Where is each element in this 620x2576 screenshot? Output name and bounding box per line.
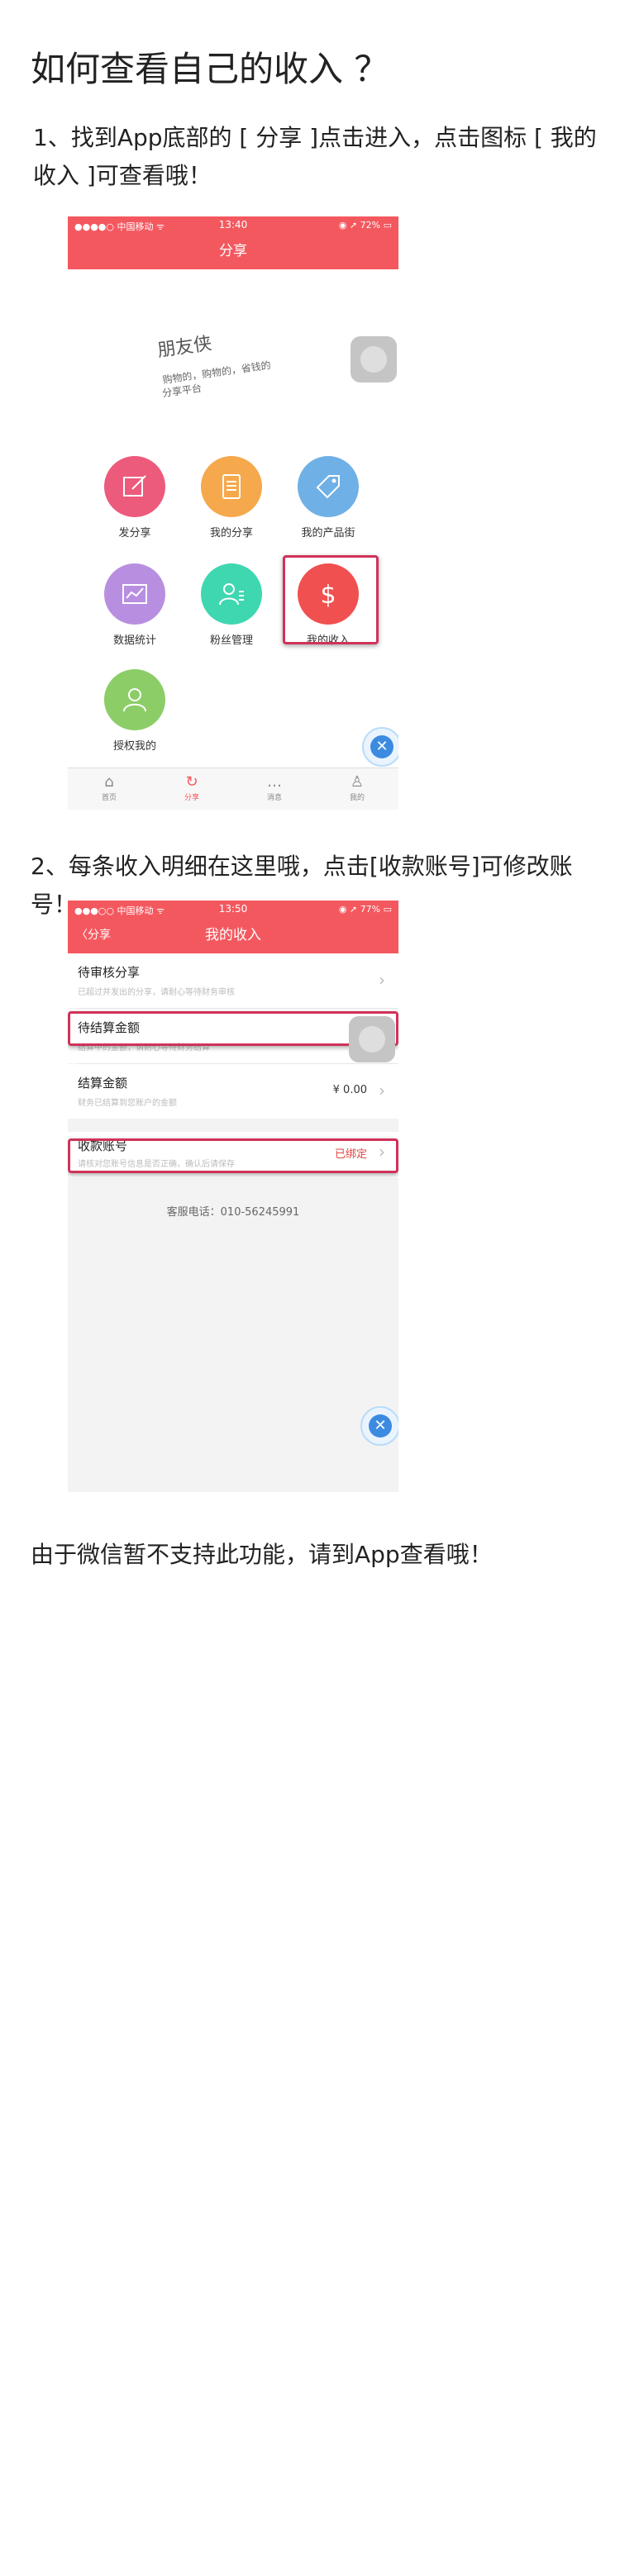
- nav-bar: 〈分享 我的收入: [68, 919, 398, 953]
- grid-item-statistics[interactable]: 数据统计: [89, 563, 180, 647]
- home-icon: ⌂: [104, 773, 114, 791]
- tab-home[interactable]: ⌂ 首页: [68, 768, 150, 810]
- chart-icon: [104, 563, 165, 625]
- floating-assistive-button[interactable]: [349, 1016, 395, 1062]
- nav-title: 我的收入: [205, 927, 261, 943]
- chevron-right-icon: ›: [379, 1081, 385, 1100]
- edit-icon: [104, 456, 165, 517]
- grid-item-label: 发分享: [118, 527, 151, 539]
- chevron-right-icon: ›: [379, 970, 385, 990]
- row-title: 待审核分享: [78, 965, 141, 980]
- grid-item-label: 授权我的: [112, 740, 156, 753]
- brand-signature: 朋友侠 购物的，购物的，省钱的 分享平台: [155, 332, 314, 406]
- share-screen-mockup: ●●●●○ 中国移动 ᯤ 13:40 ◉ ➚ 72% ▭ 分享 朋友侠 购物的，…: [68, 216, 398, 810]
- income-screen-mockup: ●●●○○ 中国移动 ᯤ 13:50 ◉ ➚ 77% ▭ 〈分享 我的收入 待审…: [68, 901, 398, 1492]
- grid-item-label: 数据统计: [112, 634, 156, 647]
- tag-icon: [298, 456, 359, 517]
- close-icon: ✕: [369, 1414, 392, 1438]
- grid-item-authorize[interactable]: 授权我的: [89, 669, 180, 753]
- tab-share[interactable]: ↻ 分享: [150, 768, 233, 810]
- step-1-instruction: 1、找到App底部的 [ 分享 ]点击进入，点击图标 [ 我的收入 ]可查看哦！: [33, 124, 597, 189]
- highlight-payment-account: [68, 1138, 398, 1173]
- grid-item-product-street[interactable]: 我的产品街: [283, 456, 374, 539]
- message-icon: …: [267, 773, 282, 791]
- signature-line-1: 朋友侠: [155, 333, 213, 362]
- highlight-my-income: [283, 555, 379, 644]
- status-bar: ●●●●○ 中国移动 ᯤ 13:40 ◉ ➚ 72% ▭: [68, 216, 398, 235]
- floating-helper-button[interactable]: ✕: [360, 1406, 398, 1446]
- row-pending-review[interactable]: 待审核分享 已超过并发出的分享，请耐心等待财务审核 ›: [68, 953, 398, 1008]
- profile-icon: ♙: [350, 773, 365, 791]
- nav-title: 分享: [219, 243, 247, 259]
- close-icon: ✕: [370, 735, 393, 758]
- grid-item-post-share[interactable]: 发分享: [89, 456, 180, 539]
- fans-icon: [201, 563, 262, 625]
- row-subtitle: 财务已结算到您账户的金额: [78, 1099, 177, 1108]
- signature-line-2: 购物的，购物的，省钱的: [161, 359, 272, 387]
- row-title: 结算金额: [78, 1076, 128, 1091]
- grid-item-my-shares[interactable]: 我的分享: [186, 456, 277, 539]
- person-icon: [104, 669, 165, 730]
- tab-mine[interactable]: ♙ 我的: [316, 768, 398, 810]
- back-button[interactable]: 〈分享: [76, 919, 111, 952]
- grid-item-label: 我的分享: [209, 527, 253, 539]
- settled-amount-value: ¥ 0.00: [332, 1084, 367, 1096]
- grid-item-fans[interactable]: 粉丝管理: [186, 563, 277, 647]
- service-phone: 客服电话：010-56245991: [166, 1206, 300, 1219]
- battery-indicator: ◉ ➚ 77% ▭: [338, 904, 392, 915]
- nav-bar: 分享: [68, 235, 398, 269]
- status-bar: ●●●○○ 中国移动 ᯤ 13:50 ◉ ➚ 77% ▭: [68, 901, 398, 919]
- document-icon: [201, 456, 262, 517]
- tab-messages[interactable]: … 消息: [233, 768, 316, 810]
- grid-item-label: 我的产品街: [301, 527, 355, 539]
- share-icon: ↻: [185, 773, 198, 791]
- battery-indicator: ◉ ➚ 72% ▭: [338, 220, 392, 231]
- chevron-left-icon: 〈: [76, 929, 88, 942]
- footer-note: 由于微信暂不支持此功能，请到App查看哦！: [31, 1541, 493, 1568]
- grid-item-label: 粉丝管理: [209, 634, 253, 647]
- floating-helper-button[interactable]: ✕: [362, 727, 398, 767]
- row-subtitle: 已超过并发出的分享，请耐心等待财务审核: [78, 988, 235, 997]
- tab-bar: ⌂ 首页 ↻ 分享 … 消息 ♙ 我的: [68, 768, 398, 810]
- floating-assistive-button[interactable]: [351, 336, 397, 383]
- row-settled-amount[interactable]: 结算金额 财务已结算到您账户的金额 ¥ 0.00 ›: [68, 1064, 398, 1119]
- page-title: 如何查看自己的收入 ？: [31, 49, 389, 89]
